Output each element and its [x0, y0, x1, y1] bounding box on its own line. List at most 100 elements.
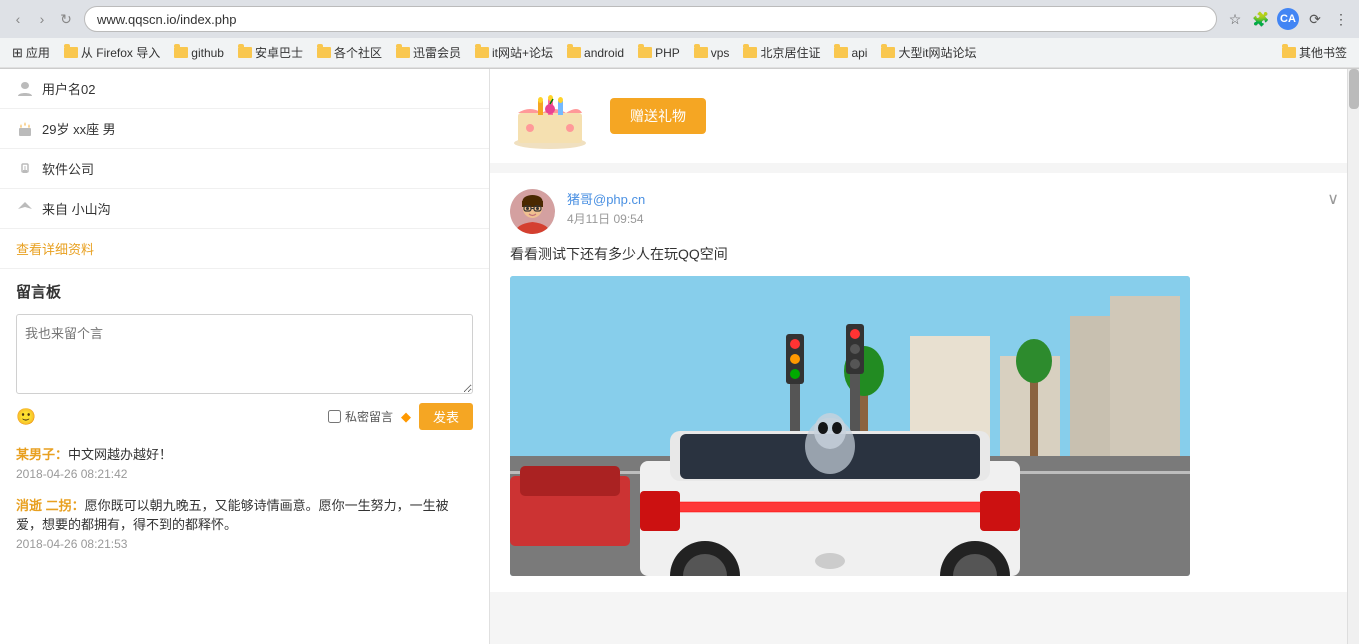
- menu-icon[interactable]: ⋮: [1331, 9, 1351, 29]
- folder-icon: [694, 47, 708, 58]
- entry-1-text: 中文网越办越好！: [68, 447, 172, 462]
- post-author[interactable]: 猪哥@php.cn: [567, 189, 1315, 208]
- guestbook-controls: 🙂 私密留言 ◆ 发表: [16, 403, 473, 430]
- post-time: 4月11日 09:54: [567, 210, 1315, 227]
- bookmark-label: 大型it网站论坛: [898, 44, 976, 61]
- post-image: [510, 276, 1190, 576]
- entry-1-colon: ：: [55, 447, 68, 462]
- guestbook-input[interactable]: [16, 314, 473, 394]
- location-field: 来自 小山沟: [0, 189, 489, 229]
- folder-icon: [567, 47, 581, 58]
- bookmark-other[interactable]: 其他书签: [1276, 42, 1353, 63]
- company-icon: [16, 160, 34, 178]
- username-text: 用户名02: [42, 79, 95, 98]
- folder-icon: [396, 47, 410, 58]
- bookmark-label: github: [191, 46, 224, 60]
- username-icon: [16, 80, 34, 98]
- scrollbar-thumb[interactable]: [1349, 69, 1359, 109]
- bookmark-label: it网站+论坛: [492, 44, 553, 61]
- guestbook-entry-2: 消逝 二拐：愿你既可以朝九晚五，又能够诗情画意。愿你一生努力，一生被爱，想要的都…: [16, 495, 473, 551]
- private-label-text: 私密留言: [345, 408, 393, 425]
- folder-icon: [174, 47, 188, 58]
- titlebar: ‹ › ↻ www.qqscn.io/index.php ☆ 🧩 CA ⟳ ⋮: [0, 0, 1359, 38]
- bookmark-label: 其他书签: [1299, 44, 1347, 61]
- entry-1-author-line: 某男子：中文网越办越好！: [16, 444, 473, 465]
- cake-illustration: [510, 81, 590, 151]
- apps-grid-icon: ⊞: [12, 45, 23, 61]
- gift-button[interactable]: 赠送礼物: [610, 98, 706, 134]
- entry-1-time: 2018-04-26 08:21:42: [16, 467, 473, 481]
- folder-icon: [238, 47, 252, 58]
- post-meta: 猪哥@php.cn 4月11日 09:54: [567, 189, 1315, 227]
- gift-section: 赠送礼物: [490, 69, 1359, 163]
- bookmark-star-icon[interactable]: ☆: [1225, 9, 1245, 29]
- bookmark-label: 迅雷会员: [413, 44, 461, 61]
- entry-2-author[interactable]: 消逝 二拐: [16, 498, 72, 513]
- browser-navigation: ‹ › ↻: [8, 9, 76, 29]
- location-text: 来自 小山沟: [42, 199, 111, 218]
- entry-2-colon: ：: [72, 498, 85, 513]
- bookmark-label: api: [851, 46, 867, 60]
- bookmark-github[interactable]: github: [168, 44, 230, 62]
- post-section: 猪哥@php.cn 4月11日 09:54 ∨ 看看测试下还有多少人在玩QQ空间: [490, 173, 1359, 592]
- post-text: 看看测试下还有多少人在玩QQ空间: [510, 244, 1339, 264]
- folder-icon: [1282, 47, 1296, 58]
- entry-2-author-line: 消逝 二拐：愿你既可以朝九晚五，又能够诗情画意。愿你一生努力，一生被爱，想要的都…: [16, 495, 473, 535]
- bookmark-label: 各个社区: [334, 44, 382, 61]
- apps-label: 应用: [26, 44, 50, 61]
- profile-info: 用户名02 29岁 xx座 男 软件公司 来自 小山沟 查看: [0, 69, 489, 269]
- left-sidebar: 用户名02 29岁 xx座 男 软件公司 来自 小山沟 查看: [0, 69, 490, 644]
- bookmark-large-it[interactable]: 大型it网站论坛: [875, 42, 982, 63]
- username-field: 用户名02: [0, 69, 489, 109]
- view-profile-link[interactable]: 查看详细资料: [0, 229, 489, 269]
- submit-button[interactable]: 发表: [419, 403, 473, 430]
- folder-icon: [881, 47, 895, 58]
- emoji-icon[interactable]: 🙂: [16, 407, 36, 427]
- bookmark-api[interactable]: api: [828, 44, 873, 62]
- bookmark-label: android: [584, 46, 624, 60]
- forward-button[interactable]: ›: [32, 9, 52, 29]
- guestbook-entry-1: 某男子：中文网越办越好！ 2018-04-26 08:21:42: [16, 444, 473, 481]
- bookmark-label: vps: [711, 46, 730, 60]
- avatar: [510, 189, 555, 234]
- age-text: 29岁 xx座 男: [42, 119, 116, 138]
- bookmark-label: 北京居住证: [760, 44, 820, 61]
- bookmark-android-bus[interactable]: 安卓巴士: [232, 42, 309, 63]
- bookmark-label: 安卓巴士: [255, 44, 303, 61]
- bookmark-beijing[interactable]: 北京居住证: [737, 42, 826, 63]
- refresh-button[interactable]: ↻: [56, 9, 76, 29]
- right-panel: 赠送礼物: [490, 69, 1359, 644]
- extension-icon[interactable]: 🧩: [1251, 9, 1271, 29]
- address-bar[interactable]: www.qqscn.io/index.php: [84, 6, 1217, 32]
- bookmark-xunlei[interactable]: 迅雷会员: [390, 42, 467, 63]
- bookmark-it-forum[interactable]: it网站+论坛: [469, 42, 559, 63]
- entry-1-author[interactable]: 某男子: [16, 447, 55, 462]
- bookmark-firefox[interactable]: 从 Firefox 导入: [58, 42, 166, 63]
- bookmark-android[interactable]: android: [561, 44, 630, 62]
- bookmark-vps[interactable]: vps: [688, 44, 736, 62]
- folder-icon: [834, 47, 848, 58]
- folder-icon: [638, 47, 652, 58]
- apps-bookmark[interactable]: ⊞ 应用: [6, 42, 56, 63]
- bookmark-communities[interactable]: 各个社区: [311, 42, 388, 63]
- birthday-icon: [16, 120, 34, 138]
- profile-icon[interactable]: CA: [1277, 8, 1299, 30]
- guestbook-title: 留言板: [16, 281, 473, 302]
- guestbook-section: 留言板 🙂 私密留言 ◆ 发表 某男子：中文网越办越好！ 2018-04-26 …: [0, 269, 489, 563]
- browser-actions: ☆ 🧩 CA ⟳ ⋮: [1225, 8, 1351, 30]
- sync-icon[interactable]: ⟳: [1305, 9, 1325, 29]
- entry-2-time: 2018-04-26 08:21:53: [16, 537, 473, 551]
- location-icon: [16, 200, 34, 218]
- right-panel-scrollbar[interactable]: [1347, 69, 1359, 644]
- bookmark-php[interactable]: PHP: [632, 44, 686, 62]
- vip-icon: ◆: [401, 409, 411, 425]
- private-checkbox[interactable]: [328, 410, 341, 423]
- bookmark-label: 从 Firefox 导入: [81, 44, 160, 61]
- url-text: www.qqscn.io/index.php: [97, 12, 236, 27]
- private-check-label[interactable]: 私密留言: [328, 408, 393, 425]
- folder-icon: [317, 47, 331, 58]
- bookmarks-bar: ⊞ 应用 从 Firefox 导入 github 安卓巴士 各个社区 迅雷会员 …: [0, 38, 1359, 68]
- post-header: 猪哥@php.cn 4月11日 09:54 ∨: [510, 189, 1339, 234]
- back-button[interactable]: ‹: [8, 9, 28, 29]
- post-expand-button[interactable]: ∨: [1327, 189, 1339, 209]
